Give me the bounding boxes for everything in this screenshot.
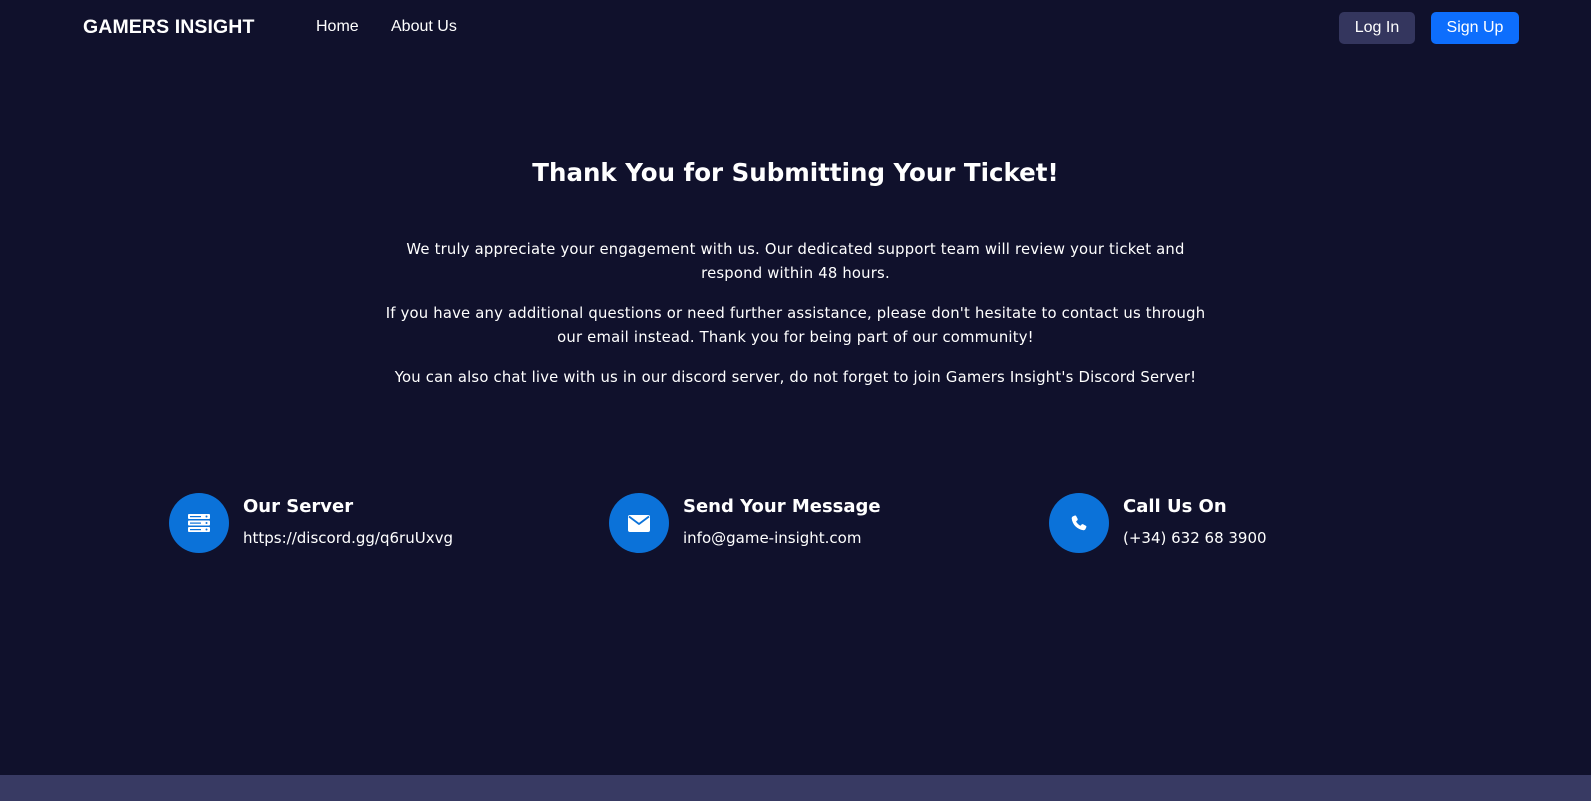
message-paragraph-review: We truly appreciate your engagement with… bbox=[406, 241, 1185, 282]
page-title: Thank You for Submitting Your Ticket! bbox=[532, 158, 1059, 187]
brand-logo[interactable]: GAMERS INSIGHT bbox=[83, 16, 255, 39]
message-paragraph-contact: If you have any additional questions or … bbox=[385, 305, 1206, 346]
nav-link-home[interactable]: Home bbox=[316, 18, 359, 36]
contact-title-phone: Call Us On bbox=[1123, 496, 1227, 517]
login-button[interactable]: Log In bbox=[1339, 12, 1415, 44]
signup-button[interactable]: Sign Up bbox=[1431, 12, 1519, 44]
contact-title-message: Send Your Message bbox=[683, 496, 881, 517]
navbar: GAMERS INSIGHT Home About Us Log In Sign… bbox=[0, 0, 1591, 56]
nav-link-about-us[interactable]: About Us bbox=[391, 18, 457, 36]
phone-number-link[interactable]: (+34) 632 68 3900 bbox=[1123, 529, 1267, 547]
footer-bar bbox=[0, 775, 1591, 801]
contact-title-server: Our Server bbox=[243, 496, 354, 517]
phone-icon bbox=[1049, 493, 1109, 553]
email-link[interactable]: info@game-insight.com bbox=[683, 529, 861, 547]
discord-link[interactable]: https://discord.gg/q6ruUxvg bbox=[243, 529, 453, 547]
server-icon bbox=[169, 493, 229, 553]
envelope-icon bbox=[609, 493, 669, 553]
message-paragraph-discord: You can also chat live with us in our di… bbox=[394, 369, 1197, 386]
thank-you-message: We truly appreciate your engagement with… bbox=[343, 238, 1248, 406]
